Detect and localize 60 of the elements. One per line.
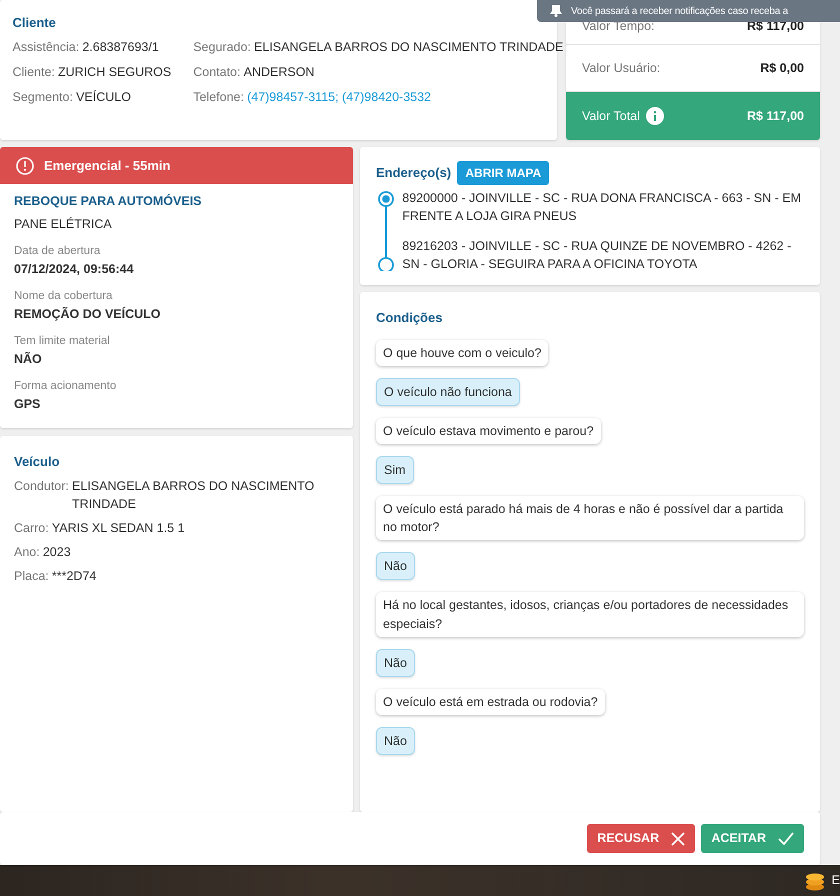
field-label: Assistência: xyxy=(12,39,80,56)
question-bubble: Há no local gestantes, idosos, crianças e/ou portadores de necessidades especiais? xyxy=(376,592,804,637)
notification-text: Você passará a receber notificações caso receba a xyxy=(571,4,788,18)
field-label: Ano: xyxy=(14,544,40,561)
section-title: Endereço(s) xyxy=(376,164,452,182)
value-amount: R$ 0,00 xyxy=(760,60,804,77)
answer-bubble: Não xyxy=(376,648,415,677)
field-label: Cliente: xyxy=(12,64,55,82)
value-label: Valor Total xyxy=(582,108,640,125)
value-label: Valor Usuário: xyxy=(582,60,660,77)
field-label: Condutor: xyxy=(14,478,69,495)
detail-label: Nome da cobertura xyxy=(14,288,114,304)
field-value: VEÍCULO xyxy=(76,89,131,106)
answer-bubble: O veículo não funciona xyxy=(376,378,520,406)
accept-button[interactable]: ACEITAR xyxy=(701,824,804,853)
detail-value: GPS xyxy=(14,396,42,413)
field-value: ANDERSON xyxy=(244,64,314,82)
address-text: 89216203 - JOINVILLE - SC - RUA QUINZE DE NOVEMBRO - 4262 - SN - GLORIA - SEGUIRA PARA A OFICINA TOYOTA xyxy=(402,238,792,273)
section-title: Veículo xyxy=(14,452,61,470)
field-value: ELISANGELA BARROS DO NASCIMENTO TRINDADE xyxy=(254,39,564,56)
close-icon xyxy=(671,832,686,846)
bell-icon xyxy=(549,5,563,17)
problem-text: PANE ELÉTRICA xyxy=(14,216,113,233)
priority-text: Emergencial - 55min xyxy=(44,156,170,175)
phone-link[interactable]: (47)98457-3115; (47)98420-3532 xyxy=(247,88,432,108)
detail-label: Forma acionamento xyxy=(14,378,118,394)
question-bubble: O veículo está em estrada ou rodovia? xyxy=(376,688,605,715)
field-value: ELISANGELA BARROS DO NASCIMENTO TRINDADE xyxy=(72,478,316,513)
question-bubble: O veículo está parado há mais de 4 horas e não é possível dar a partida no motor? xyxy=(376,496,804,540)
section-title: Condições xyxy=(376,309,444,327)
field-value: ***2D74 xyxy=(52,568,96,585)
field-label: Placa: xyxy=(14,568,49,585)
field-value: 2023 xyxy=(42,544,71,561)
field-label: Segurado: xyxy=(193,39,251,56)
field-label: Carro: xyxy=(14,520,49,537)
section-title: Cliente xyxy=(12,14,57,32)
field-label: Contato: xyxy=(193,64,240,82)
address-text: 89200000 - JOINVILLE - SC - RUA DONA FRANCISCA - 663 - SN - EM FRENTE A LOJA GIRA PNEUS xyxy=(402,190,802,225)
detail-label: Data de abertura xyxy=(14,244,102,258)
answer-bubble: Não xyxy=(376,552,415,580)
detail-value: NÃO xyxy=(14,350,43,368)
taskbar-text: E xyxy=(832,872,840,890)
detail-label: Tem limite material xyxy=(14,334,111,348)
field-label: Telefone: xyxy=(193,89,244,106)
answer-bubble: Sim xyxy=(376,456,414,484)
field-value: 2.68387693/1 xyxy=(82,39,159,56)
question-bubble: O que houve com o veiculo? xyxy=(376,340,548,366)
value-label: Valor Tempo: xyxy=(582,18,654,36)
field-value: YARIS XL SEDAN 1.5 1 xyxy=(52,520,185,537)
detail-value: REMOÇÃO DO VEÍCULO xyxy=(14,306,162,323)
field-label: Segmento: xyxy=(12,89,73,106)
reject-button[interactable]: RECUSAR xyxy=(587,824,696,853)
service-name: REBOQUE PARA AUTOMÓVEIS xyxy=(14,192,203,210)
check-icon xyxy=(778,832,794,845)
question-bubble: O veículo estava movimento e parou? xyxy=(376,418,601,444)
answer-bubble: Não xyxy=(376,726,415,755)
map-button[interactable]: ABRIR MAPA xyxy=(457,161,550,185)
field-value: ZURICH SEGUROS xyxy=(58,64,172,82)
value-amount: R$ 117,00 xyxy=(747,108,804,125)
detail-value: 07/12/2024, 09:56:44 xyxy=(14,260,135,278)
